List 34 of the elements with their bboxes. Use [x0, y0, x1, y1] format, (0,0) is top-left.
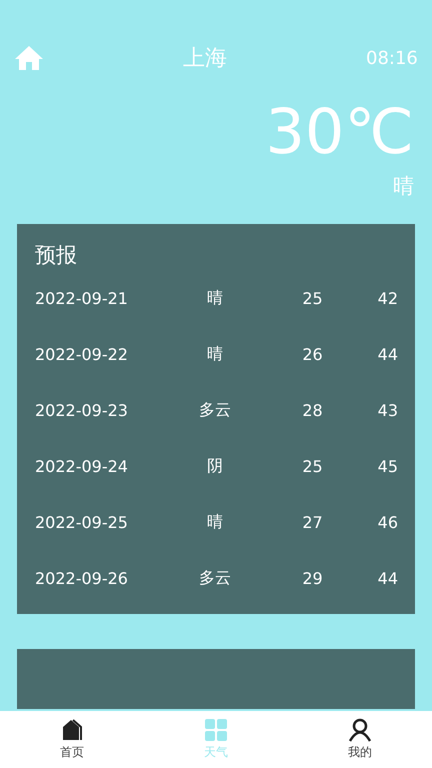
card-title: 预报: [35, 242, 78, 269]
low-temperature: 25: [301, 288, 324, 308]
city-name: 上海: [183, 45, 227, 73]
house-icon: [60, 718, 84, 742]
forecast-date: 2022-09-25: [35, 512, 129, 532]
high-temperature: 42: [376, 288, 398, 308]
nav-tab[interactable]: 我的: [288, 711, 432, 768]
forecast-date: 2022-09-21: [35, 288, 129, 308]
high-temperature: 44: [376, 344, 398, 364]
forecast-date: 2022-09-22: [35, 344, 129, 364]
low-temperature: 28: [301, 400, 324, 420]
high-temperature: 45: [376, 456, 398, 476]
low-temperature: 29: [301, 568, 324, 588]
forecast-condition: 晴: [206, 344, 224, 364]
weather-condition: 晴: [393, 173, 414, 200]
high-temperature: 46: [376, 512, 398, 532]
temperature: 30℃: [265, 94, 414, 170]
forecast-date: 2022-09-24: [35, 456, 129, 476]
high-temperature: 44: [376, 568, 398, 588]
forecast-condition: 阴: [206, 456, 224, 476]
low-temperature: 27: [301, 512, 324, 532]
forecast-date: 2022-09-23: [35, 400, 129, 420]
high-temperature: 43: [376, 400, 398, 420]
low-temperature: 26: [301, 344, 324, 364]
person-icon: [348, 718, 372, 742]
nav-tab[interactable]: 首页: [0, 711, 144, 768]
forecast-condition: 晴: [206, 288, 224, 308]
forecast-condition: 多云: [198, 400, 232, 420]
low-temperature: 25: [301, 456, 324, 476]
home-icon[interactable]: [14, 45, 44, 71]
forecast-condition: 晴: [206, 512, 224, 532]
forecast-date: 2022-09-26: [35, 568, 129, 588]
grid-icon: [204, 718, 228, 742]
forecast-condition: 多云: [198, 568, 232, 588]
